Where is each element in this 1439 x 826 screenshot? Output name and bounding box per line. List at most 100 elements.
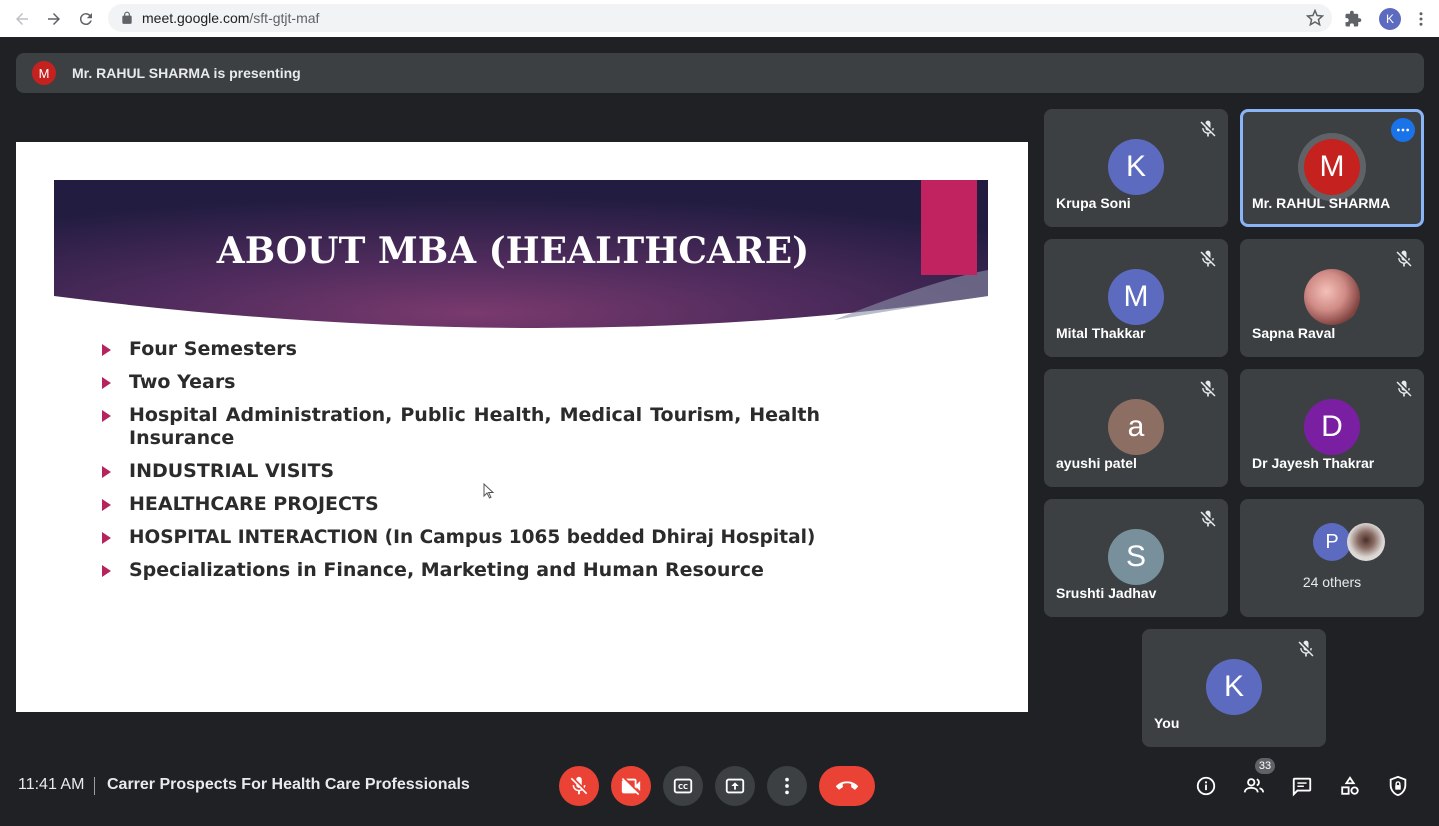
participant-name: Srushti Jadhav: [1056, 585, 1157, 601]
forward-button[interactable]: [38, 3, 70, 35]
bullet-arrow-icon: [102, 565, 111, 577]
slide-bullet: INDUSTRIAL VISITS: [102, 460, 820, 483]
mic-off-icon: [1396, 250, 1412, 267]
present-now-button[interactable]: [715, 766, 755, 806]
participant-name: Mr. RAHUL SHARMA: [1252, 195, 1391, 211]
mic-off-icon: [1200, 380, 1216, 397]
presenter-avatar: M: [32, 61, 56, 85]
extensions-button[interactable]: [1337, 3, 1369, 35]
address-bar[interactable]: meet.google.com/sft-gtjt-maf: [108, 4, 1332, 32]
participant-name: Mital Thakkar: [1056, 325, 1146, 341]
bullet-text: Four Semesters: [129, 338, 297, 360]
back-button[interactable]: [6, 3, 38, 35]
camera-off-icon: [621, 777, 641, 796]
more-options-button[interactable]: [767, 766, 807, 806]
url-path: /sft-gtjt-maf: [249, 10, 320, 26]
reload-button[interactable]: [70, 3, 102, 35]
clock-time: 11:41 AM: [18, 776, 85, 793]
participant-avatar: K: [1206, 659, 1262, 715]
arrow-right-icon: [48, 12, 60, 25]
captions-icon: CC: [673, 778, 693, 794]
participant-tile[interactable]: Sapna Raval: [1240, 239, 1424, 357]
more-horiz-icon: [1397, 128, 1409, 132]
arrow-left-icon: [16, 12, 28, 25]
participants-button[interactable]: [1240, 772, 1268, 800]
more-vert-icon: [785, 777, 789, 795]
participant-name: Krupa Soni: [1056, 195, 1131, 211]
more-vert-icon: [1419, 11, 1423, 26]
participants-count-badge: 33: [1255, 758, 1275, 774]
browser-menu-button[interactable]: [1411, 3, 1431, 35]
profile-avatar[interactable]: K: [1379, 7, 1401, 30]
participant-tile[interactable]: D Dr Jayesh Thakrar: [1240, 369, 1424, 487]
bullet-arrow-icon: [102, 377, 111, 389]
leave-call-button[interactable]: [819, 766, 875, 806]
bullet-arrow-icon: [102, 499, 111, 511]
captions-button[interactable]: CC: [663, 766, 703, 806]
slide-header: ABOUT MBA (HEALTHCARE): [54, 180, 988, 330]
microphone-toggle-button[interactable]: [559, 766, 599, 806]
participant-avatar: K: [1108, 139, 1164, 195]
participant-tile[interactable]: K Krupa Soni: [1044, 109, 1228, 227]
mic-off-icon: [570, 776, 588, 795]
participant-avatar: S: [1108, 529, 1164, 585]
slide-bullet: Specializations in Finance, Marketing an…: [102, 559, 820, 582]
bullet-text: Specializations in Finance, Marketing an…: [129, 559, 764, 581]
presenting-banner: M Mr. RAHUL SHARMA is presenting: [16, 53, 1424, 93]
bullet-text: HOSPITAL INTERACTION (In Campus 1065 bed…: [129, 527, 816, 548]
self-tile[interactable]: K You: [1142, 629, 1326, 747]
participant-name: ayushi patel: [1056, 455, 1137, 471]
participant-avatar: M: [1108, 269, 1164, 325]
activities-button[interactable]: [1336, 772, 1364, 800]
bullet-text: Hospital Administration, Public Health, …: [129, 404, 820, 449]
others-count: 24 others: [1302, 574, 1362, 590]
mouse-cursor-icon: [483, 483, 495, 499]
participant-options-button[interactable]: [1391, 118, 1415, 142]
reload-icon: [79, 12, 92, 25]
url-host: meet.google.com: [142, 10, 250, 26]
star-icon[interactable]: [1306, 9, 1324, 27]
chat-icon: [1292, 777, 1312, 797]
participant-tile[interactable]: M Mital Thakkar: [1044, 239, 1228, 357]
participant-tile-presenter[interactable]: M Mr. RAHUL SHARMA: [1240, 109, 1424, 227]
participant-name: You: [1154, 715, 1180, 731]
mic-off-icon: [1200, 120, 1216, 137]
bullet-text: INDUSTRIAL VISITS: [129, 460, 335, 482]
participant-tile[interactable]: a ayushi patel: [1044, 369, 1228, 487]
participant-avatar: M: [1304, 139, 1360, 195]
bullet-arrow-icon: [102, 344, 111, 356]
participant-photo: [1304, 269, 1360, 325]
participant-avatar: D: [1304, 399, 1360, 455]
info-icon: [1196, 776, 1216, 796]
divider: [94, 777, 95, 795]
activities-icon: [1341, 776, 1359, 795]
others-avatars: P: [1313, 523, 1385, 561]
browser-toolbar: meet.google.com/sft-gtjt-maf K: [0, 0, 1439, 37]
presenting-text: Mr. RAHUL SHARMA is presenting: [72, 65, 301, 81]
host-controls-button[interactable]: [1384, 772, 1412, 800]
bullet-text: HEALTHCARE PROJECTS: [129, 493, 379, 515]
slide-bullet: Two Years: [102, 371, 820, 394]
mic-off-icon: [1200, 250, 1216, 267]
slide-bullet-list: Four Semesters Two Years Hospital Admini…: [102, 338, 820, 592]
people-icon: [1243, 778, 1265, 793]
slide-bullet: HEALTHCARE PROJECTS: [102, 493, 820, 516]
mic-off-icon: [1396, 380, 1412, 397]
slide-bullet: HOSPITAL INTERACTION (In Campus 1065 bed…: [102, 526, 820, 549]
call-end-icon: [836, 781, 858, 790]
bullet-arrow-icon: [102, 532, 111, 544]
meeting-title: Carrer Prospects For Health Care Profess…: [107, 776, 470, 793]
mic-off-icon: [1298, 640, 1314, 657]
presentation-slide: ABOUT MBA (HEALTHCARE) Four Semesters Tw…: [16, 142, 1028, 712]
meeting-details-button[interactable]: [1192, 772, 1220, 800]
puzzle-icon: [1345, 10, 1362, 26]
participant-name: Sapna Raval: [1252, 325, 1336, 341]
others-tile[interactable]: P 24 others: [1240, 499, 1424, 617]
participant-tile[interactable]: S Srushti Jadhav: [1044, 499, 1228, 617]
slide-bullet: Hospital Administration, Public Health, …: [102, 404, 820, 450]
camera-toggle-button[interactable]: [611, 766, 651, 806]
participant-name: Dr Jayesh Thakrar: [1252, 455, 1375, 471]
others-avatar: P: [1313, 523, 1351, 561]
chat-button[interactable]: [1288, 772, 1316, 800]
meeting-control-bar: 11:41 AM Carrer Prospects For Health Car…: [0, 758, 1439, 812]
